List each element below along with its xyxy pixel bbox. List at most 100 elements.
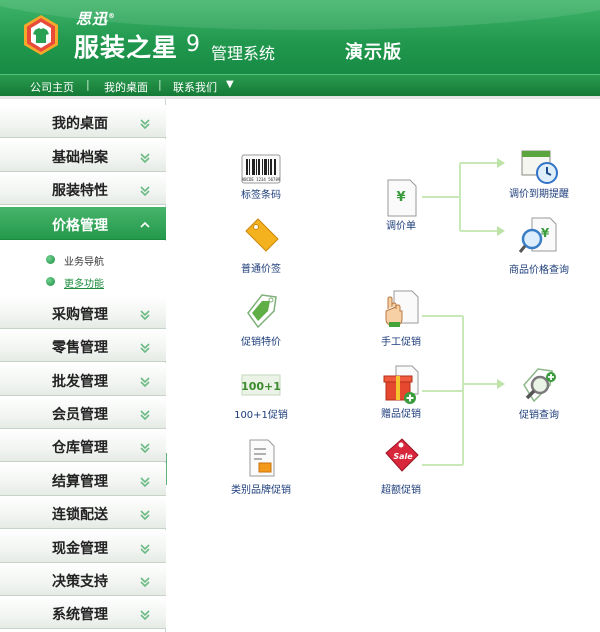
node-price-query[interactable]: ¥ 商品价格查询 [504,215,574,276]
logo-icon [24,15,58,55]
sidebar-item-label: 连锁配送 [52,507,108,523]
node-label: 100+1促销 [234,410,288,421]
nav-company-home[interactable]: 公司主页 [30,79,74,95]
plus-one-icon: 100+1 [241,374,281,396]
node-brand-promo[interactable]: 类别品牌促销 [225,437,297,496]
node-label: 调价单 [386,221,416,232]
node-amount-promo[interactable]: Sale 超额促销 [371,437,431,496]
node-label: 标签条码 [241,190,281,201]
nav-separator: | [86,78,90,91]
chevron-down-icon[interactable] [139,151,151,163]
node-gift-promo[interactable]: 赠品促销 [371,364,431,420]
node-label: 超额促销 [381,485,421,496]
chevron-down-icon[interactable] [139,408,151,420]
gift-icon [383,365,419,404]
node-label: 调价到期提醒 [509,189,569,200]
sidebar-submenu: 业务导航 更多功能 [0,241,166,299]
node-label: 商品价格查询 [509,265,569,276]
svg-text:Sale: Sale [393,452,413,461]
sidebar-item-label: 仓库管理 [52,440,108,456]
magnifier-tag-icon [523,368,556,403]
sidebar-item-system[interactable]: 系统管理 [0,596,166,629]
sidebar-item-retail[interactable]: 零售管理 [0,329,166,362]
submenu-more-functions[interactable]: 更多功能 [46,275,104,290]
chevron-down-icon[interactable] [139,475,151,487]
sidebar-item-label: 零售管理 [52,340,108,356]
sidebar-item-label: 会员管理 [52,407,108,423]
node-label: 赠品促销 [381,409,421,420]
sidebar-item-desktop[interactable]: 我的桌面 [0,105,166,138]
promo-tag-icon [247,294,277,329]
nav-separator: | [158,78,162,91]
node-label: 促销查询 [519,410,559,421]
system-label: 管理系统 [211,44,276,63]
sidebar-item-chain-distribution[interactable]: 连锁配送 [0,496,166,529]
svg-text:100+1: 100+1 [241,380,281,393]
node-label: 类别品牌促销 [231,485,291,496]
sale-tag-icon: Sale [385,438,419,472]
main-panel: ABCDE 1234 56789 标签条码 普通价签 促销特价 100+1 10… [167,99,600,632]
submenu-business-nav[interactable]: 业务导航 [46,253,104,268]
edition-label: 演示版 [345,42,402,63]
brand-small: 思迅® [76,10,117,28]
chevron-down-icon[interactable] [139,542,151,554]
chevron-down-icon[interactable] [139,341,151,353]
yen-search-icon: ¥ [518,217,557,253]
sidebar-item-basic-archive[interactable]: 基础档案 [0,139,166,172]
sidebar-item-purchasing[interactable]: 采购管理 [0,296,166,329]
sidebar-item-label: 服装特性 [52,183,108,199]
app-header: 思迅® 服装之星 9 管理系统 演示版 [0,0,600,74]
nav-contact-us[interactable]: 联系我们 [173,79,217,95]
chevron-down-icon[interactable] [139,575,151,587]
top-nav: 公司主页 | 我的桌面 | 联系我们 ▼ [0,74,600,96]
chevron-down-icon[interactable] [139,441,151,453]
sidebar-item-cash[interactable]: 现金管理 [0,530,166,563]
node-label: 普通价签 [241,264,281,275]
chevron-down-icon[interactable] [139,184,151,196]
yen-doc-icon: ¥ [387,179,417,217]
version-number: 9 [186,32,200,57]
sidebar-item-label: 现金管理 [52,541,108,557]
price-tag-icon [245,218,279,252]
sidebar-item-label: 批发管理 [52,374,108,390]
chevron-down-icon[interactable]: ▼ [226,79,234,90]
sidebar-item-decision-support[interactable]: 决策支持 [0,563,166,596]
sidebar-item-label: 采购管理 [52,307,108,323]
node-adjust-remind[interactable]: 调价到期提醒 [504,145,574,200]
node-promo-100-plus-1[interactable]: 100+1 100+1促销 [231,365,291,421]
sidebar-item-membership[interactable]: 会员管理 [0,396,166,429]
product-name: 服装之星 [74,33,179,62]
node-promo-price[interactable]: 促销特价 [231,289,291,348]
chevron-up-icon[interactable] [139,219,151,231]
node-promo-query[interactable]: 促销查询 [510,365,568,421]
node-manual-promo[interactable]: 手工促销 [371,289,431,348]
node-label: 手工促销 [381,337,421,348]
sidebar-item-label: 决策支持 [52,574,108,590]
chevron-down-icon[interactable] [139,508,151,520]
hand-doc-icon [385,290,419,327]
sidebar-item-label: 系统管理 [52,607,108,623]
sidebar-item-apparel-attributes[interactable]: 服装特性 [0,172,166,205]
sidebar-item-settlement[interactable]: 结算管理 [0,463,166,496]
barcode-icon: ABCDE 1234 56789 [241,154,281,184]
node-price-tag[interactable]: 普通价签 [231,217,291,275]
svg-text:ABCDE 1234 56789: ABCDE 1234 56789 [242,177,281,182]
nav-my-desktop[interactable]: 我的桌面 [104,79,148,95]
sidebar: 我的桌面 基础档案 服装特性 价格管理 业务导航 更多功能 采购管理 零售管理 … [0,99,166,632]
node-label: 促销特价 [241,337,281,348]
sidebar-item-price-management[interactable]: 价格管理 [0,207,166,240]
chevron-down-icon[interactable] [139,308,151,320]
sidebar-item-label: 基础档案 [52,150,108,166]
sidebar-item-label: 价格管理 [52,218,108,234]
chevron-down-icon[interactable] [139,375,151,387]
node-barcode[interactable]: ABCDE 1234 56789 标签条码 [231,149,291,201]
sidebar-item-warehouse[interactable]: 仓库管理 [0,429,166,462]
sidebar-item-label: 我的桌面 [52,116,108,132]
category-doc-icon [249,439,275,477]
chevron-down-icon[interactable] [139,117,151,129]
sidebar-item-wholesale[interactable]: 批发管理 [0,363,166,396]
clock-calendar-icon [521,150,558,184]
node-adjust-sheet[interactable]: ¥ 调价单 [377,177,425,232]
sidebar-item-label: 结算管理 [52,474,108,490]
chevron-down-icon[interactable] [139,608,151,620]
